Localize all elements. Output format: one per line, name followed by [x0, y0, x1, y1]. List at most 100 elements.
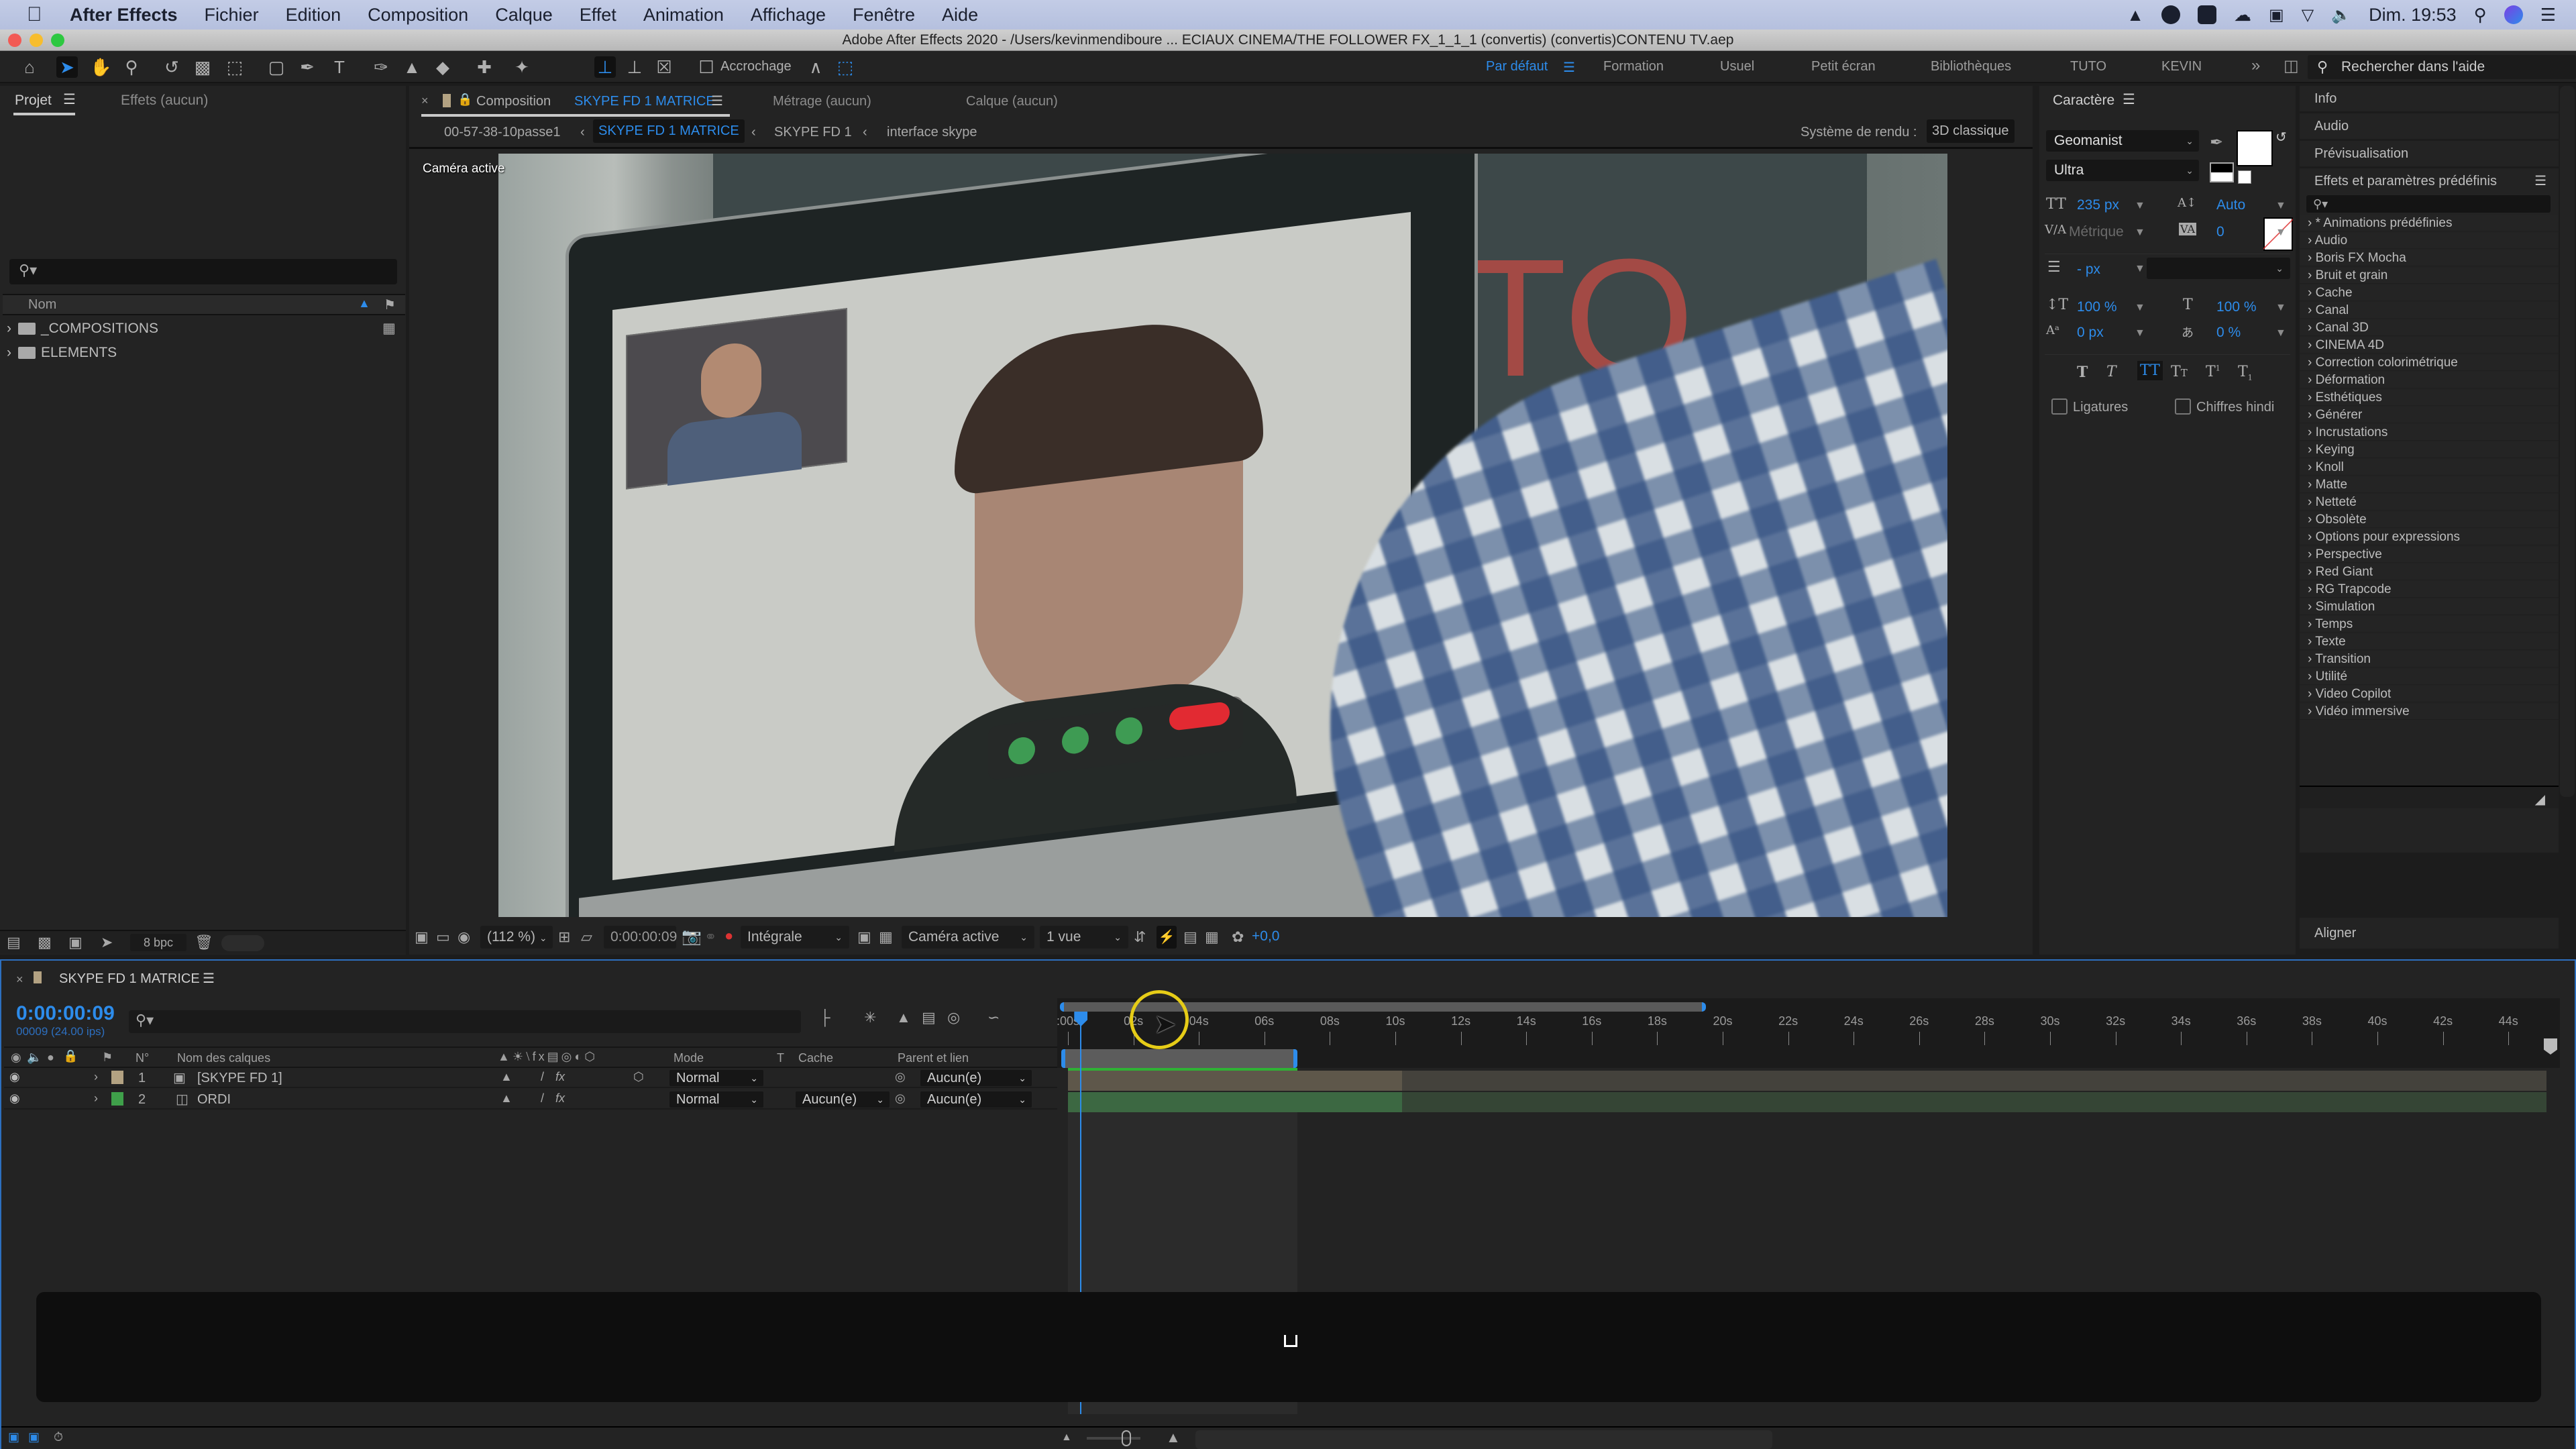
pan-behind-tool-icon[interactable]: ⬚: [224, 56, 246, 78]
lock-icon[interactable]: 🔒: [458, 93, 472, 107]
menu-composition[interactable]: Composition: [368, 5, 468, 25]
snap-options-icon[interactable]: ∧: [805, 56, 826, 78]
layer-search-input[interactable]: ⚲▾: [129, 1010, 801, 1033]
zoom-slider[interactable]: [1087, 1437, 1140, 1440]
spotlight-icon[interactable]: ⚲: [2474, 5, 2487, 25]
close-timeline-tab-icon[interactable]: ×: [16, 973, 23, 987]
render-queue-icon[interactable]: ➤: [101, 934, 113, 951]
menu-effet[interactable]: Effet: [580, 5, 616, 25]
effect-category[interactable]: › Esthétiques: [2300, 390, 2559, 406]
timeline-menu-icon[interactable]: ☰: [203, 970, 215, 987]
font-style-dropdown[interactable]: Ultra ⌄: [2046, 160, 2199, 181]
home-icon[interactable]: ⌂: [19, 56, 40, 78]
effect-category[interactable]: › Red Giant: [2300, 564, 2559, 580]
viewer-menu-icon[interactable]: ☰: [711, 93, 723, 109]
thumbnail-slider[interactable]: [221, 935, 264, 951]
view-layout-dropdown[interactable]: 1 vue ⌄: [1040, 926, 1128, 949]
leading-caret-icon[interactable]: ▼: [2275, 200, 2286, 212]
tab-project[interactable]: Projet: [15, 93, 52, 109]
snap-bounds-icon[interactable]: ⬚: [835, 56, 856, 78]
effect-category[interactable]: › Cache: [2300, 285, 2559, 301]
app-menu[interactable]: After Effects: [70, 5, 178, 25]
layer-duration-bar[interactable]: [1068, 1071, 1402, 1091]
toggle-pixel-aspect-icon[interactable]: ⇵: [1134, 928, 1146, 946]
expand-chevron-icon[interactable]: ›: [7, 321, 11, 336]
effect-category[interactable]: › Transition: [2300, 651, 2559, 667]
effects-panel-menu-icon[interactable]: ☰: [2534, 168, 2546, 194]
parent-column-header[interactable]: Parent et lien: [898, 1051, 969, 1065]
rectangle-tool-icon[interactable]: ▢: [266, 56, 287, 78]
fast-previews-icon[interactable]: ⚡: [1157, 926, 1177, 949]
app-status-icon[interactable]: [2198, 5, 2217, 24]
zoom-out-icon[interactable]: ▲: [1061, 1432, 1072, 1444]
horizontal-scale-caret-icon[interactable]: ▼: [2275, 302, 2286, 314]
lock-header-icon[interactable]: 🔒: [63, 1049, 78, 1063]
eraser-tool-icon[interactable]: ◆: [432, 56, 453, 78]
effects-search-input[interactable]: ⚲▾: [2306, 195, 2551, 213]
menu-edition[interactable]: Edition: [286, 5, 341, 25]
align-panel-tab[interactable]: Aligner: [2300, 918, 2559, 949]
interpret-footage-icon[interactable]: ▤: [7, 934, 21, 951]
track-matte-dropdown[interactable]: Aucun(e) ⌄: [796, 1091, 890, 1108]
kerning-caret-icon[interactable]: ▼: [2135, 227, 2145, 239]
font-family-dropdown[interactable]: Geomanist ⌄: [2046, 130, 2199, 152]
vertical-scale-caret-icon[interactable]: ▼: [2135, 302, 2145, 314]
snapping-checkbox[interactable]: ☐: [698, 56, 715, 78]
tab-effect-controls[interactable]: Effets (aucun): [121, 93, 208, 109]
render-time-toggle-icon[interactable]: ⏱: [54, 1430, 63, 1444]
cloud-upload-icon[interactable]: ☁: [2234, 5, 2251, 25]
composition-frame[interactable]: TO BABY MacBook Pro: [498, 154, 1947, 917]
motion-blur-icon[interactable]: ◎: [947, 1009, 960, 1026]
effect-category[interactable]: › Netteté: [2300, 494, 2559, 511]
project-panel-menu-icon[interactable]: ☰: [63, 91, 76, 108]
character-panel-menu-icon[interactable]: ☰: [2123, 91, 2135, 108]
effect-category[interactable]: › Canal 3D: [2300, 320, 2559, 336]
menu-calque[interactable]: Calque: [495, 5, 553, 25]
blend-mode-dropdown[interactable]: Normal ⌄: [669, 1070, 763, 1086]
stroke-style-dropdown[interactable]: ⌄: [2147, 258, 2290, 279]
leading-value[interactable]: Auto: [2216, 197, 2245, 213]
workspace-tuto[interactable]: TUTO: [2070, 59, 2106, 74]
menu-affichage[interactable]: Affichage: [751, 5, 826, 25]
effect-category[interactable]: › Matte: [2300, 477, 2559, 493]
zoom-in-icon[interactable]: ▲: [1166, 1429, 1181, 1446]
stroke-width-value[interactable]: - px: [2077, 262, 2100, 278]
font-size-caret-icon[interactable]: ▼: [2135, 200, 2145, 212]
tab-footage[interactable]: Métrage (aucun): [773, 94, 871, 109]
effect-category[interactable]: › Déformation: [2300, 372, 2559, 388]
mask-visibility-icon[interactable]: ▱: [581, 928, 592, 946]
grid-guides-icon[interactable]: ⊞: [558, 928, 570, 946]
rotation-tool-icon[interactable]: ↺: [161, 56, 182, 78]
vr-glasses-icon[interactable]: ◉: [458, 928, 470, 946]
graph-editor-icon[interactable]: ∽: [987, 1009, 1000, 1026]
timeline-comp-tab[interactable]: SKYPE FD 1 MATRICE: [59, 971, 200, 987]
pen-tool-icon[interactable]: ✒: [297, 56, 318, 78]
effect-category[interactable]: › Simulation: [2300, 599, 2559, 615]
bit-depth-button[interactable]: 8 bpc: [130, 934, 186, 951]
puppet-pin-tool-icon[interactable]: ✦: [511, 56, 533, 78]
layer-duration-bar[interactable]: [1068, 1092, 1402, 1112]
effect-category[interactable]: › Keying: [2300, 442, 2559, 458]
frame-blending-icon[interactable]: ▤: [922, 1009, 936, 1026]
pick-whip-icon[interactable]: ◎: [895, 1070, 906, 1084]
layer-switches-toggle-icon[interactable]: ▣: [8, 1430, 19, 1444]
project-item-elements[interactable]: › ELEMENTS: [3, 341, 384, 365]
delete-icon[interactable]: 🗑: [195, 934, 213, 951]
timeline-horizontal-scrollbar[interactable]: [1195, 1430, 1772, 1449]
timeline-icon[interactable]: ▤: [1183, 928, 1197, 946]
tsume-caret-icon[interactable]: ▼: [2275, 327, 2286, 339]
new-preset-icon[interactable]: ◢: [2535, 787, 2545, 812]
channel-rgb-icon[interactable]: ●: [724, 927, 733, 945]
world-axis-icon[interactable]: ⊥: [624, 56, 645, 78]
creative-cloud-icon[interactable]: [2161, 5, 2181, 24]
effect-category[interactable]: › Boris FX Mocha: [2300, 250, 2559, 266]
effect-category[interactable]: › Temps: [2300, 616, 2559, 633]
modes-toggle-icon[interactable]: ▣: [28, 1430, 40, 1444]
expand-layer-chevron-icon[interactable]: ›: [94, 1070, 98, 1084]
status-triangle-icon[interactable]: ▲: [2127, 5, 2144, 25]
effects-presets-title[interactable]: Effets et paramètres prédéfinis: [2314, 174, 2497, 189]
workspace-usuel[interactable]: Usuel: [1720, 59, 1754, 74]
siri-icon[interactable]: [2504, 5, 2523, 24]
menu-fenetre[interactable]: Fenêtre: [853, 5, 915, 25]
audio-panel-tab[interactable]: Audio: [2300, 113, 2559, 139]
